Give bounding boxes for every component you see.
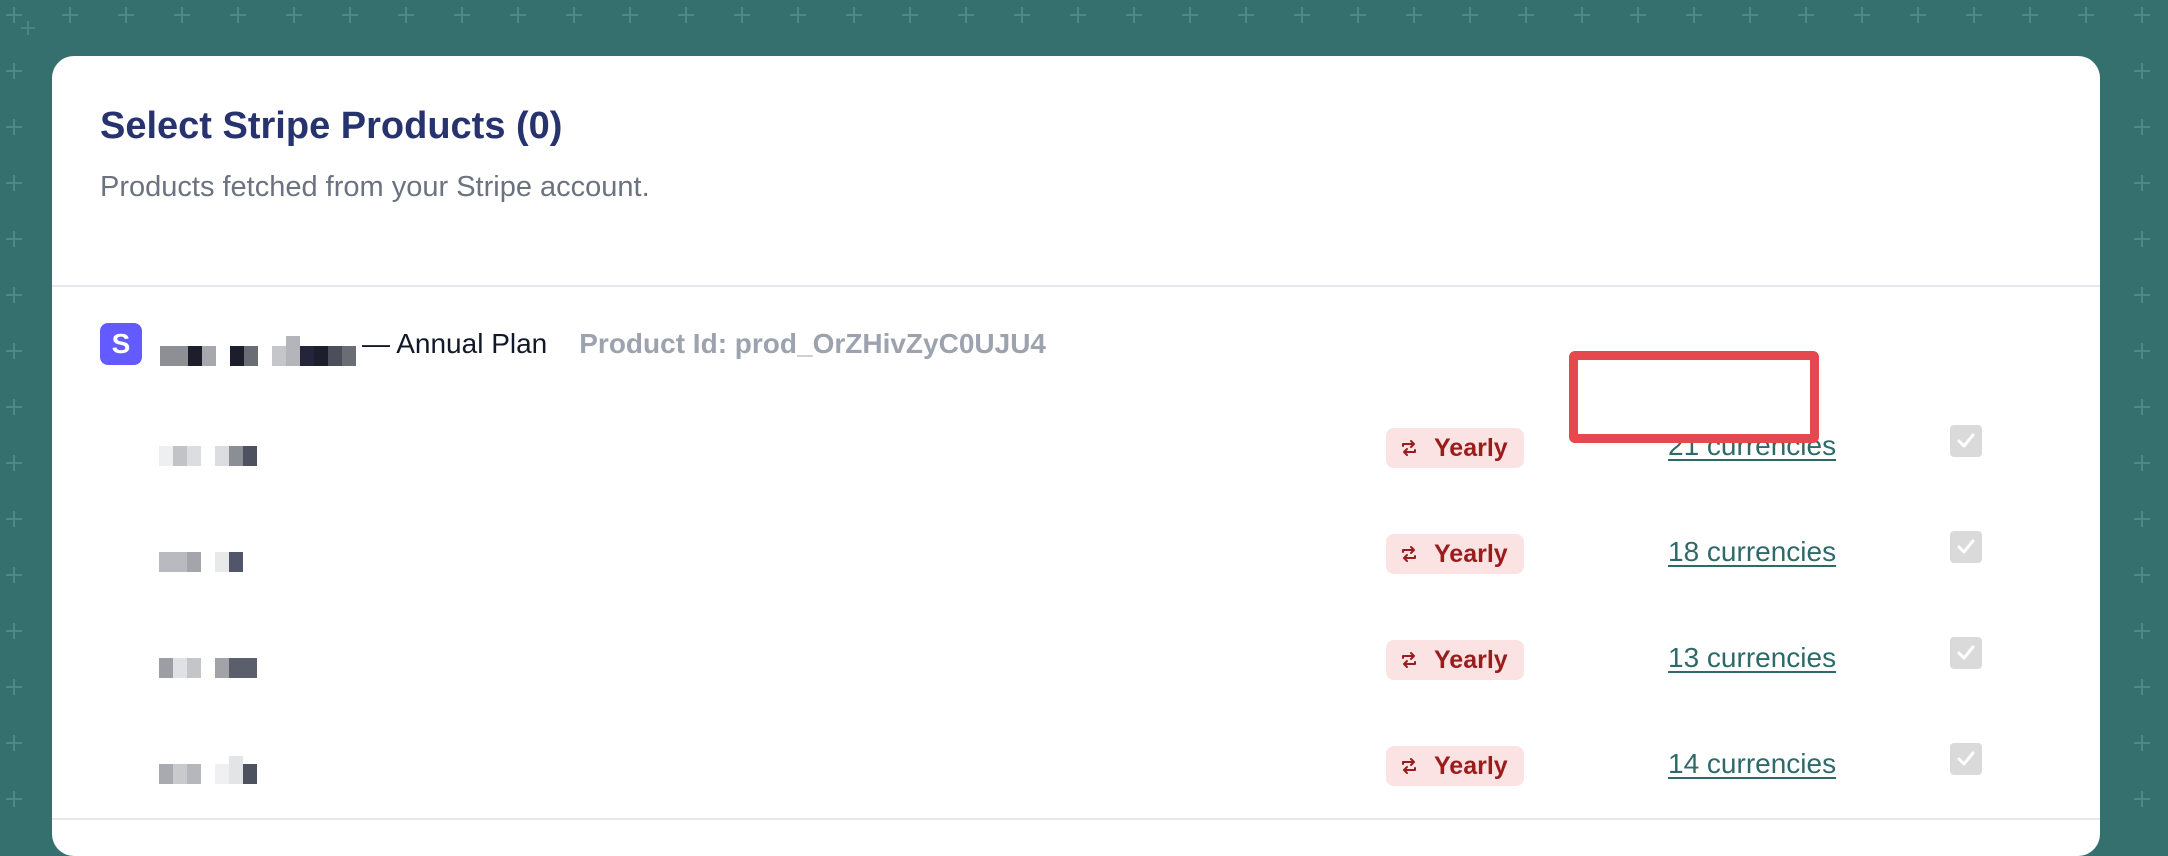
interval-label: Yearly xyxy=(1434,645,1508,674)
checkmark-icon xyxy=(1957,433,1975,448)
recurring-arrows-icon xyxy=(1400,757,1418,775)
product-row: S — Annual Plan Product Id: prod_OrZHivZ… xyxy=(100,322,1046,366)
redacted-product-name xyxy=(160,322,356,366)
recurring-arrows-icon xyxy=(1400,439,1418,457)
checkmark-icon xyxy=(1957,751,1975,766)
recurring-arrows-icon xyxy=(1400,545,1418,563)
price-checkbox[interactable] xyxy=(1950,531,1982,563)
divider xyxy=(52,818,2100,820)
product-id: Product Id: prod_OrZHivZyC0UJU4 xyxy=(579,328,1046,359)
price-row: Yearly 18 currencies xyxy=(52,524,2100,584)
card-header: Select Stripe Products (0) Products fetc… xyxy=(52,56,2100,287)
stripe-logo-icon: S xyxy=(100,323,142,365)
page-subtitle: Products fetched from your Stripe accoun… xyxy=(100,171,650,203)
product-selection-card: Select Stripe Products (0) Products fetc… xyxy=(52,56,2100,856)
page-title: Select Stripe Products (0) xyxy=(100,105,563,147)
interval-label: Yearly xyxy=(1434,539,1508,568)
currencies-link[interactable]: 18 currencies xyxy=(1668,534,1836,570)
interval-label: Yearly xyxy=(1434,751,1508,780)
redacted-price-name xyxy=(159,648,257,678)
price-checkbox[interactable] xyxy=(1950,637,1982,669)
interval-badge: Yearly xyxy=(1386,640,1524,680)
recurring-arrows-icon xyxy=(1400,651,1418,669)
highlight-box xyxy=(1569,351,1819,443)
checkmark-icon xyxy=(1957,539,1975,554)
interval-badge: Yearly xyxy=(1386,746,1524,786)
interval-badge: Yearly xyxy=(1386,534,1524,574)
price-row: Yearly 13 currencies xyxy=(52,630,2100,690)
checkmark-icon xyxy=(1957,645,1975,660)
currencies-link[interactable]: 13 currencies xyxy=(1668,640,1836,676)
product-name: — Annual Plan xyxy=(362,328,548,359)
redacted-price-name xyxy=(159,542,243,572)
price-row: Yearly 14 currencies xyxy=(52,736,2100,796)
interval-badge: Yearly xyxy=(1386,428,1524,468)
redacted-price-name xyxy=(159,754,257,784)
currencies-link[interactable]: 14 currencies xyxy=(1668,746,1836,782)
redacted-price-name xyxy=(159,436,257,466)
interval-label: Yearly xyxy=(1434,433,1508,462)
price-checkbox[interactable] xyxy=(1950,743,1982,775)
price-checkbox[interactable] xyxy=(1950,425,1982,457)
